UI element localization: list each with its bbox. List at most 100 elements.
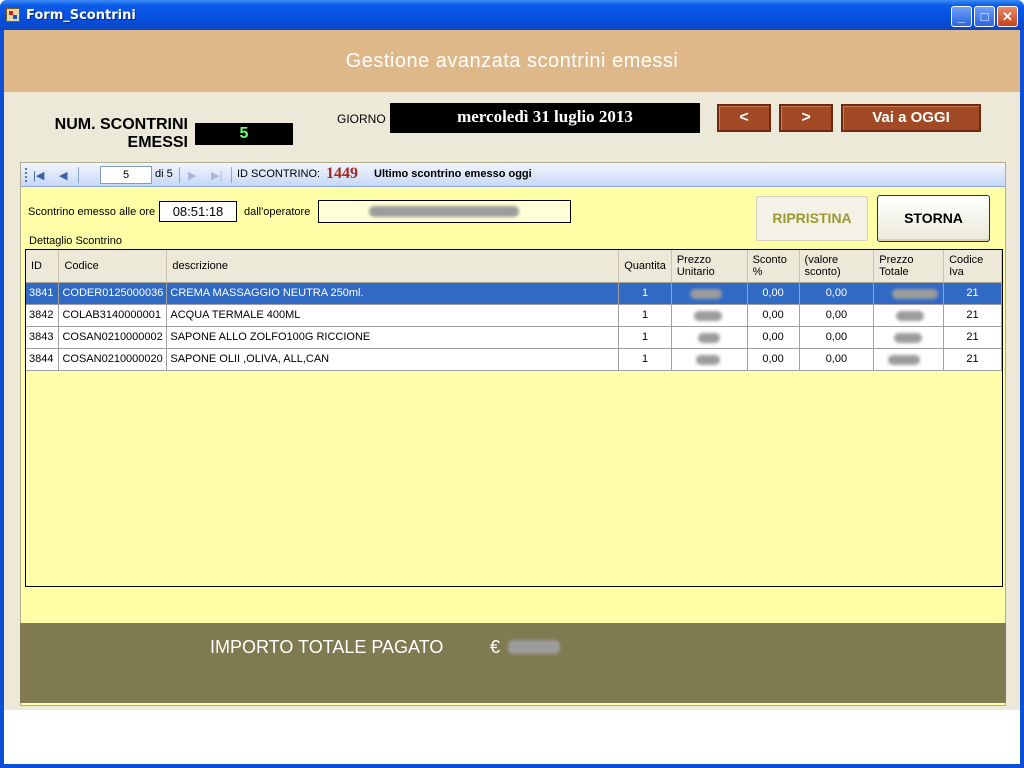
time-field: 08:51:18: [159, 201, 237, 222]
cell-descrizione[interactable]: ACQUA TERMALE 400ML: [166, 304, 620, 327]
position-input[interactable]: 5: [100, 166, 152, 184]
separator: [78, 167, 79, 183]
cell-id[interactable]: 3843: [26, 326, 60, 349]
table-row[interactable]: 3842 COLAB3140000001 ACQUA TERMALE 400ML…: [26, 304, 1002, 327]
cell-iva[interactable]: 21: [943, 326, 1002, 349]
id-scontrino-value: 1449: [326, 165, 358, 182]
cell-prezzo-unitario[interactable]: [671, 282, 748, 305]
num-label-line1: NUM. SCONTRINI: [54, 116, 188, 133]
cell-prezzo-unitario[interactable]: [671, 304, 748, 327]
header-band: Gestione avanzata scontrini emessi: [4, 30, 1020, 92]
form-client-area: Gestione avanzata scontrini emessi NUM. …: [4, 30, 1020, 764]
move-previous-icon[interactable]: ◀: [59, 169, 67, 182]
num-label-line2: EMESSI: [127, 134, 188, 151]
redacted-total: [508, 640, 560, 654]
table-row[interactable]: 3843 COSAN0210000002 SAPONE ALLO ZOLFO10…: [26, 326, 1002, 349]
redacted-value: [697, 332, 720, 343]
binding-navigator: |◀ ◀ 5 di 5 ▶ ▶| ID SCONTRINO: 1449 Ulti…: [21, 163, 1005, 187]
previous-day-button[interactable]: <: [717, 104, 771, 132]
cell-prezzo-totale[interactable]: [873, 326, 945, 349]
column-header[interactable]: Sconto %: [747, 250, 800, 283]
cell-prezzo-unitario[interactable]: [671, 326, 748, 349]
page-title: Gestione avanzata scontrini emessi: [345, 50, 679, 72]
next-day-button[interactable]: >: [779, 104, 833, 132]
cell-codice[interactable]: COLAB3140000001: [58, 304, 168, 327]
column-header[interactable]: ID: [26, 250, 60, 283]
cell-prezzo-totale[interactable]: [873, 304, 945, 327]
cell-valore-sconto[interactable]: 0,00: [799, 282, 875, 305]
redacted-value: [695, 354, 720, 365]
close-button[interactable]: ✕: [997, 6, 1018, 27]
operator-field: [318, 200, 571, 223]
date-display: mercoledì 31 luglio 2013: [390, 103, 700, 133]
title-bar[interactable]: Form_Scontrini _ □ ✕: [0, 0, 1024, 30]
cell-prezzo-totale[interactable]: [873, 348, 945, 371]
num-scontrini-value: 5: [195, 123, 293, 145]
table-header-row: ID Codice descrizione Quantita Prezzo Un…: [26, 250, 1002, 283]
cell-id[interactable]: 3842: [26, 304, 60, 327]
detail-table: ID Codice descrizione Quantita Prezzo Un…: [26, 250, 1002, 371]
redacted-value: [896, 310, 925, 321]
maximize-button[interactable]: □: [974, 6, 995, 27]
dettaglio-label: Dettaglio Scontrino: [29, 235, 122, 247]
cell-codice[interactable]: COSAN0210000020: [58, 348, 168, 371]
cell-descrizione[interactable]: CREMA MASSAGGIO NEUTRA 250ml.: [166, 282, 620, 305]
status-message: Ultimo scontrino emesso oggi: [374, 168, 532, 180]
cell-sconto[interactable]: 0,00: [747, 326, 800, 349]
today-button[interactable]: Vai a OGGI: [841, 104, 981, 132]
cell-quantita[interactable]: 1: [618, 326, 672, 349]
cell-prezzo-unitario[interactable]: [671, 348, 748, 371]
column-header[interactable]: Codice Iva: [943, 250, 1002, 283]
column-header[interactable]: descrizione: [166, 250, 620, 283]
column-header[interactable]: Prezzo Totale: [873, 250, 945, 283]
move-first-icon[interactable]: |◀: [33, 169, 44, 182]
move-next-icon[interactable]: ▶: [188, 169, 196, 182]
cell-prezzo-totale[interactable]: [873, 282, 945, 305]
cell-codice[interactable]: CODER0125000036: [58, 282, 168, 305]
cell-descrizione[interactable]: SAPONE ALLO ZOLFO100G RICCIONE: [166, 326, 620, 349]
redacted-operator: [369, 206, 519, 217]
separator: [231, 167, 232, 183]
minimize-button[interactable]: _: [951, 6, 972, 27]
storna-button[interactable]: STORNA: [877, 195, 990, 242]
cell-id[interactable]: 3844: [26, 348, 60, 371]
toolbar-grip[interactable]: [25, 168, 27, 182]
count-label: di 5: [155, 168, 173, 180]
giorno-label: GIORNO: [337, 112, 386, 126]
separator: [179, 167, 180, 183]
cell-iva[interactable]: 21: [943, 348, 1002, 371]
ripristina-button[interactable]: RIPRISTINA: [756, 196, 868, 241]
cell-quantita[interactable]: 1: [618, 304, 672, 327]
cell-sconto[interactable]: 0,00: [747, 282, 800, 305]
detail-grid[interactable]: ID Codice descrizione Quantita Prezzo Un…: [25, 249, 1003, 587]
cell-sconto[interactable]: 0,00: [747, 304, 800, 327]
column-header[interactable]: (valore sconto): [799, 250, 875, 283]
column-header[interactable]: Codice: [58, 250, 168, 283]
cell-quantita[interactable]: 1: [618, 282, 672, 305]
total-label: IMPORTO TOTALE PAGATO: [210, 637, 444, 657]
operator-label: dall'operatore: [244, 206, 311, 218]
status-area: [4, 710, 1020, 764]
cell-iva[interactable]: 21: [943, 282, 1002, 305]
total-currency: €: [490, 637, 501, 657]
app-icon: [6, 8, 20, 22]
cell-iva[interactable]: 21: [943, 304, 1002, 327]
cell-valore-sconto[interactable]: 0,00: [799, 304, 875, 327]
column-header[interactable]: Prezzo Unitario: [671, 250, 748, 283]
move-last-icon[interactable]: ▶|: [211, 169, 222, 182]
num-scontrini-label: NUM. SCONTRINI EMESSI: [26, 116, 188, 152]
id-scontrino-label: ID SCONTRINO:: [237, 168, 321, 180]
table-row[interactable]: 3841 CODER0125000036 CREMA MASSAGGIO NEU…: [26, 282, 1002, 305]
cell-codice[interactable]: COSAN0210000002: [58, 326, 168, 349]
column-header[interactable]: Quantita: [618, 250, 672, 283]
cell-descrizione[interactable]: SAPONE OLII ,OLIVA, ALL,CAN: [166, 348, 620, 371]
cell-sconto[interactable]: 0,00: [747, 348, 800, 371]
redacted-value: [894, 332, 923, 343]
cell-quantita[interactable]: 1: [618, 348, 672, 371]
cell-valore-sconto[interactable]: 0,00: [799, 348, 875, 371]
table-row[interactable]: 3844 COSAN0210000020 SAPONE OLII ,OLIVA,…: [26, 348, 1002, 371]
window-title: Form_Scontrini: [26, 8, 136, 23]
cell-valore-sconto[interactable]: 0,00: [799, 326, 875, 349]
emesso-label: Scontrino emesso alle ore: [28, 206, 156, 218]
cell-id[interactable]: 3841: [26, 282, 60, 305]
